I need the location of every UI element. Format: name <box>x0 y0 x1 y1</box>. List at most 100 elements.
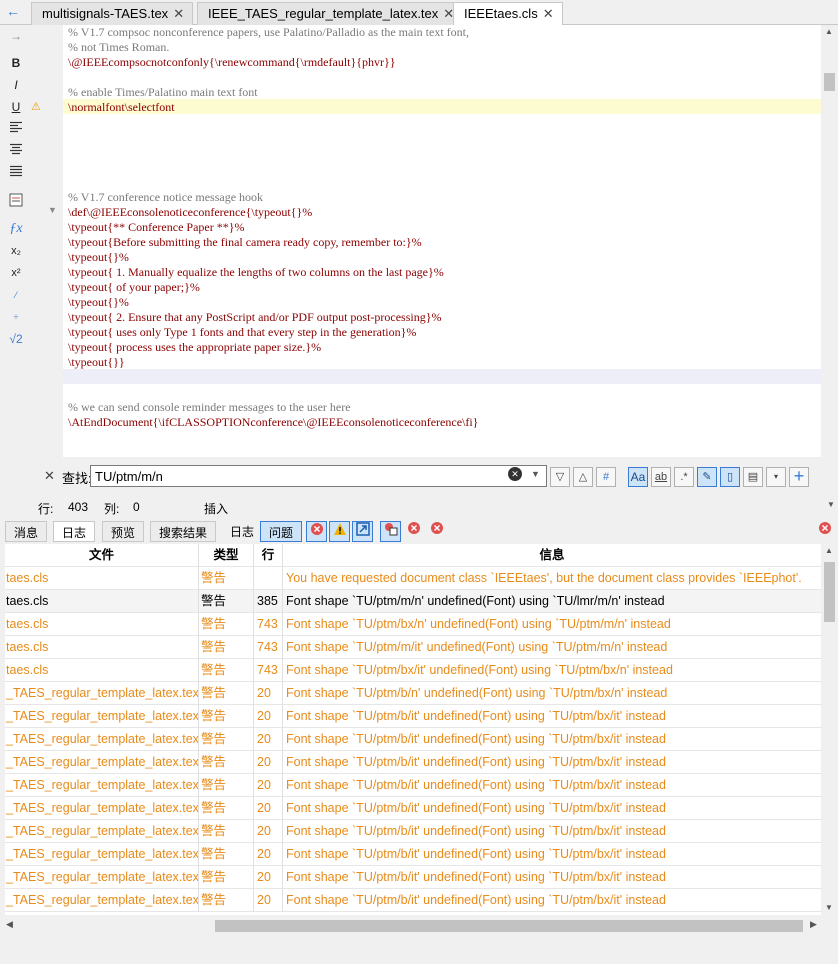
code-line[interactable]: \typeout{ process uses the appropriate p… <box>68 340 321 355</box>
code-line[interactable]: \normalfont\selectfont <box>68 100 175 115</box>
close-search-icon[interactable]: ✕ <box>44 468 55 484</box>
tab-preview[interactable]: 预览 <box>102 521 145 542</box>
table-row[interactable]: _TAES_regular_template_latex.tex 警告 20 Font… <box>5 866 821 889</box>
tab-messages[interactable]: 消息 <box>5 521 48 542</box>
close-icon[interactable]: ✕ <box>173 6 184 21</box>
underline-button[interactable]: U <box>8 99 24 115</box>
tab-ieee-template[interactable]: IEEE_TAES_regular_template_latex.tex ✕ <box>197 2 464 25</box>
log-scroll-thumb[interactable] <box>824 562 835 622</box>
superscript-icon[interactable]: x² <box>8 265 24 281</box>
bold-button[interactable]: B <box>8 55 24 71</box>
table-row[interactable]: _TAES_regular_template_latex.tex 警告 20 Font… <box>5 797 821 820</box>
align-justify-icon[interactable] <box>8 165 24 181</box>
document-icon[interactable]: ▤ <box>743 467 763 487</box>
add-search-icon[interactable]: + <box>789 467 809 487</box>
header-line[interactable]: 行 <box>254 544 283 567</box>
math-fx-icon[interactable]: ƒx <box>8 221 24 237</box>
log-view-icon[interactable] <box>380 521 401 542</box>
code-area[interactable]: % V1.7 compsoc nonconference papers, use… <box>63 25 821 457</box>
table-row[interactable]: taes.cls 警告 You have requested document cl… <box>5 567 821 590</box>
regex-button[interactable]: .* <box>674 467 694 487</box>
issues-filter-button[interactable]: 问题 <box>260 521 303 542</box>
table-row[interactable]: _TAES_regular_template_latex.tex 警告 20 Font… <box>5 774 821 797</box>
clear-search-icon[interactable]: ✕ <box>508 467 522 481</box>
code-line[interactable]: \typeout{Before submitting the final cam… <box>68 235 422 250</box>
code-line[interactable]: % we can send console reminder messages … <box>68 400 351 415</box>
log-scrollbar[interactable]: ▲ ▼ <box>821 544 838 915</box>
table-row[interactable]: _TAES_regular_template_latex.tex 警告 20 Font… <box>5 682 821 705</box>
find-next-button[interactable]: △ <box>573 467 593 487</box>
search-field[interactable]: ✕ ▼ <box>90 465 547 487</box>
subscript-icon[interactable]: x₂ <box>8 243 24 259</box>
scroll-left-icon[interactable]: ◀ <box>6 919 13 930</box>
tab-log[interactable]: 日志 <box>53 521 96 542</box>
whole-word-button[interactable]: ab <box>651 467 671 487</box>
forward-arrow-icon[interactable]: → <box>8 28 24 44</box>
code-line[interactable]: \@IEEEcompsocnotconfonly{\renewcommand{\… <box>68 55 396 70</box>
table-row[interactable]: taes.cls 警告 743 Font shape `TU/ptm/bx/n' un… <box>5 613 821 636</box>
badbox-filter-icon[interactable] <box>352 521 373 542</box>
insert-block-icon[interactable] <box>8 193 24 209</box>
dfrac-icon[interactable]: ÷ <box>8 309 24 325</box>
tab-search-results[interactable]: 搜索结果 <box>150 521 217 542</box>
code-line[interactable]: \typeout{** Conference Paper **}% <box>68 220 244 235</box>
in-selection-icon[interactable]: ▯ <box>720 467 740 487</box>
code-line[interactable]: \typeout{}} <box>68 355 125 370</box>
table-row[interactable]: _TAES_regular_template_latex.tex 警告 20 Font… <box>5 705 821 728</box>
code-line[interactable]: \typeout{ uses only Type 1 fonts and tha… <box>68 325 416 340</box>
header-file[interactable]: 文件 <box>5 544 199 567</box>
search-input[interactable] <box>95 468 495 484</box>
align-center-icon[interactable] <box>8 143 24 159</box>
table-row[interactable]: taes.cls 警告 743 Font shape `TU/ptm/m/it' un… <box>5 636 821 659</box>
options-dropdown-icon[interactable]: ▾ <box>766 467 786 487</box>
tab-multisignals[interactable]: multisignals-TAES.tex ✕ <box>31 2 194 25</box>
table-row[interactable]: _TAES_regular_template_latex.tex 警告 20 Font… <box>5 728 821 751</box>
highlight-all-icon[interactable]: ✎ <box>697 467 717 487</box>
log-filter-label[interactable]: 日志 <box>222 521 262 542</box>
error-filter-icon[interactable] <box>306 521 327 542</box>
log-horizontal-scrollbar[interactable]: ◀ ▶ <box>0 916 821 936</box>
editor-scroll-thumb[interactable] <box>824 73 835 91</box>
align-left-icon[interactable] <box>8 121 24 137</box>
code-line[interactable]: \typeout{ 1. Manually equalize the lengt… <box>68 265 444 280</box>
header-message[interactable]: 信息 <box>283 544 821 567</box>
code-line[interactable]: % V1.7 conference notice message hook <box>68 190 263 205</box>
previous-error-icon[interactable] <box>403 521 424 542</box>
header-type[interactable]: 类型 <box>199 544 254 567</box>
code-line[interactable]: % not Times Roman. <box>68 40 169 55</box>
scroll-up-icon[interactable]: ▲ <box>825 27 833 36</box>
close-panel-icon[interactable] <box>814 521 835 542</box>
back-arrow-icon[interactable]: ← <box>6 3 20 19</box>
code-line[interactable]: \typeout{ of your paper;}% <box>68 280 200 295</box>
code-line[interactable]: \typeout{}% <box>68 250 129 265</box>
next-error-icon[interactable] <box>426 521 447 542</box>
code-line[interactable]: % V1.7 compsoc nonconference papers, use… <box>68 25 469 40</box>
fold-icon[interactable]: ▼ <box>48 205 57 215</box>
table-row[interactable]: taes.cls 警告 385 Font shape `TU/ptm/m/n' und… <box>5 590 821 613</box>
warning-filter-icon[interactable] <box>329 521 350 542</box>
tab-ieeetaes-cls[interactable]: IEEEtaes.cls ✕ <box>453 2 563 26</box>
table-row[interactable]: _TAES_regular_template_latex.tex 警告 20 Font… <box>5 843 821 866</box>
italic-button[interactable]: I <box>8 77 24 93</box>
match-case-button[interactable]: Aa <box>628 467 648 487</box>
code-line[interactable]: \AtEndDocument{\ifCLASSOPTIONconference\… <box>68 415 478 430</box>
code-line[interactable]: \typeout{ 2. Ensure that any PostScript … <box>68 310 442 325</box>
scroll-right-icon[interactable]: ▶ <box>810 919 817 930</box>
table-row[interactable]: _TAES_regular_template_latex.tex 警告 20 Font… <box>5 820 821 843</box>
code-line[interactable]: % enable Times/Palatino main text font <box>68 85 258 100</box>
sqrt-icon[interactable]: √2 <box>8 331 24 347</box>
scroll-down-icon[interactable]: ▼ <box>827 500 835 509</box>
find-previous-button[interactable]: ▽ <box>550 467 570 487</box>
code-line[interactable]: \typeout{}% <box>68 295 129 310</box>
editor-scrollbar[interactable]: ▲ <box>821 25 838 457</box>
table-row[interactable]: _TAES_regular_template_latex.tex 警告 20 Font… <box>5 889 821 912</box>
log-horizontal-thumb[interactable] <box>215 920 803 932</box>
scroll-up-icon[interactable]: ▲ <box>825 546 833 555</box>
dropdown-chevron-icon[interactable]: ▼ <box>531 469 540 479</box>
code-line[interactable]: \def\@IEEEconsolenoticeconference{\typeo… <box>68 205 312 220</box>
table-row[interactable]: _TAES_regular_template_latex.tex 警告 20 Font… <box>5 751 821 774</box>
fraction-icon[interactable]: ⁄ <box>8 287 24 303</box>
find-regex-hash-button[interactable]: # <box>596 467 616 487</box>
table-row[interactable]: taes.cls 警告 743 Font shape `TU/ptm/bx/it' u… <box>5 659 821 682</box>
scroll-down-icon[interactable]: ▼ <box>825 903 833 912</box>
